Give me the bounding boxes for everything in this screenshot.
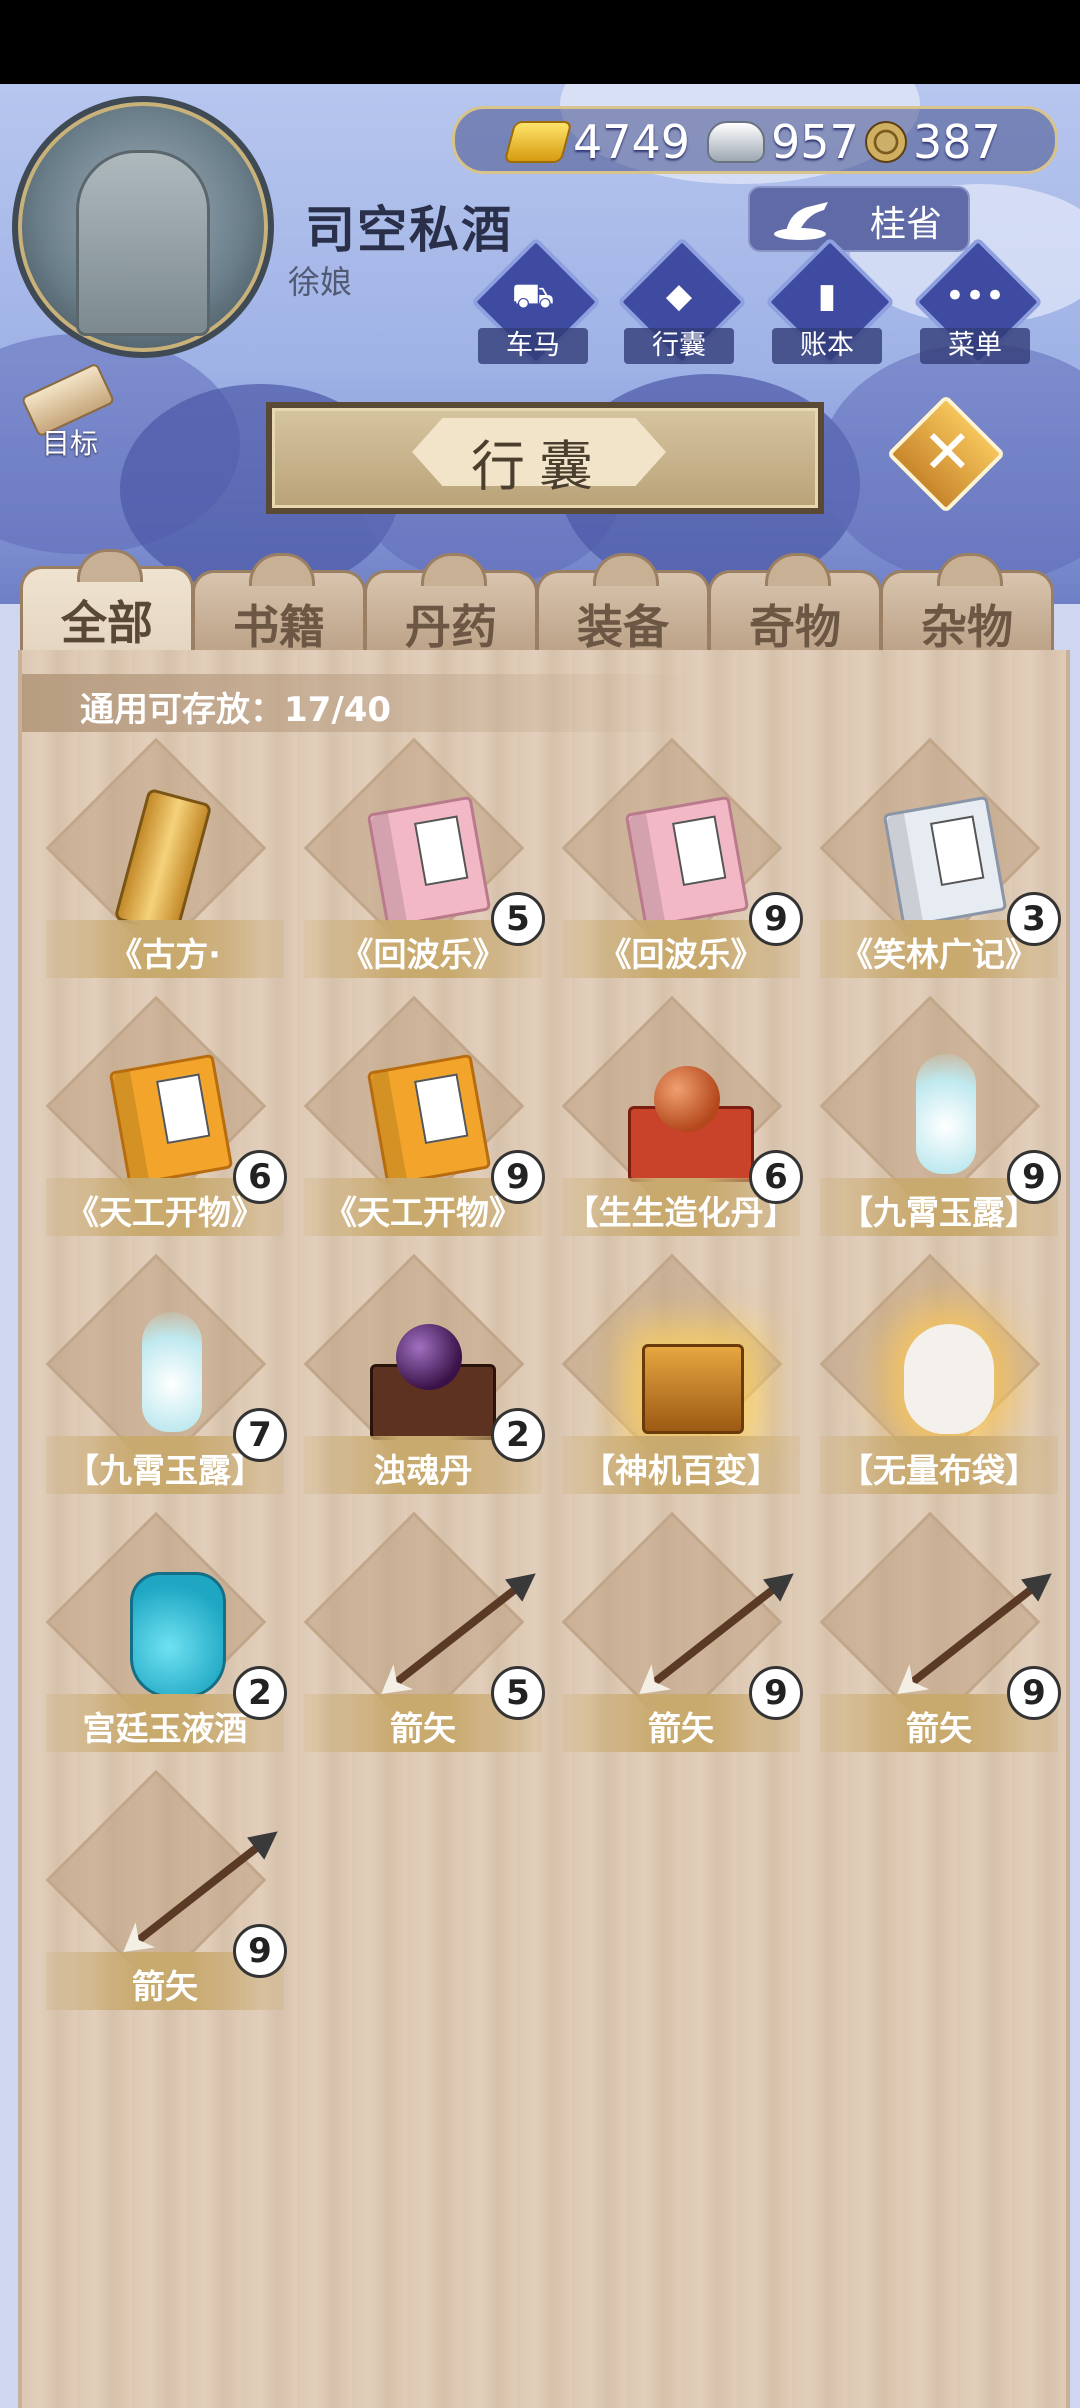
inventory-item[interactable]: 宫廷玉液酒 2 (40, 1511, 287, 1764)
inventory-item[interactable]: 《天工开物》 9 (298, 995, 545, 1248)
capacity-text: 通用可存放：17/40 (80, 690, 392, 730)
player-title: 徐娘 (288, 263, 353, 301)
menu-bundle-button[interactable]: ◆ 行囊 (614, 236, 748, 370)
inventory-item[interactable]: 《笑林广记》 3 (814, 737, 1061, 990)
jade-vase-icon (916, 1054, 976, 1174)
goal-label: 目标 (42, 427, 99, 460)
inventory-item[interactable]: 【生生造化丹】 6 (556, 995, 803, 1248)
item-count-badge: 9 (749, 892, 803, 946)
inventory-item[interactable]: 【无量布袋】 (814, 1253, 1058, 1506)
menu-ledger-label: 账本 (772, 328, 882, 364)
cloth-bag-icon (904, 1324, 994, 1434)
item-count-badge: 9 (749, 1666, 803, 1720)
item-name: 《古方· (109, 935, 221, 974)
inventory-item[interactable]: 【九霄玉露】 9 (814, 995, 1061, 1248)
inventory-item[interactable]: 【神机百变】 (556, 1253, 800, 1506)
item-count-badge: 9 (233, 1924, 287, 1978)
gold-ingot-icon (503, 121, 573, 163)
item-count-badge: 6 (233, 1150, 287, 1204)
menu-more-label: 菜单 (920, 328, 1030, 364)
teapot-icon (130, 1572, 226, 1698)
item-count-badge: 2 (233, 1666, 287, 1720)
pink-book-icon (366, 795, 492, 929)
inventory-panel: 通用可存放：17/40 《古方· 《回波乐》 5 《回波乐》 9 《笑林广记》 … (18, 650, 1070, 2408)
item-count-badge: 7 (233, 1408, 287, 1462)
item-count-badge: 9 (1007, 1666, 1061, 1720)
inventory-item[interactable]: 箭矢 5 (298, 1511, 545, 1764)
status-bar (0, 0, 1080, 84)
copper-coin-icon (865, 121, 907, 163)
silver-ingot-icon (707, 121, 765, 163)
item-count-badge: 5 (491, 1666, 545, 1720)
player-avatar[interactable] (12, 96, 274, 358)
jade-vase-icon (142, 1312, 202, 1432)
gold-currency: 4749 (503, 115, 691, 169)
tombstone-portrait-icon (76, 150, 210, 336)
inventory-item[interactable]: 《回波乐》 5 (298, 737, 545, 990)
copper-currency: 387 (865, 115, 1001, 169)
inventory-item[interactable]: 《古方· (40, 737, 284, 990)
inventory-item[interactable]: 箭矢 9 (556, 1511, 803, 1764)
orange-book-icon (366, 1053, 492, 1187)
menu-ledger-button[interactable]: ▮ 账本 (762, 236, 896, 370)
window-title: 行囊 (471, 435, 607, 498)
copper-amount: 387 (913, 115, 1001, 169)
silver-amount: 957 (771, 115, 859, 169)
inventory-item[interactable]: 箭矢 9 (40, 1769, 287, 2022)
inventory-item[interactable]: 浊魂丹 2 (298, 1253, 545, 1506)
item-count-badge: 6 (749, 1150, 803, 1204)
item-name: 【无量布袋】 (840, 1451, 1038, 1490)
map-pin-icon (774, 202, 828, 240)
inventory-item[interactable]: 《天工开物》 6 (40, 995, 287, 1248)
item-count-badge: 2 (491, 1408, 545, 1462)
inventory-item[interactable]: 【九霄玉露】 7 (40, 1253, 287, 1506)
item-name: 【神机百变】 (582, 1451, 780, 1490)
goal-button[interactable]: 目标 (16, 362, 116, 462)
golden-scroll-icon (113, 787, 213, 937)
window-title-plaque: 行囊 (266, 402, 824, 514)
pink-book-icon (624, 795, 750, 929)
item-count-badge: 9 (491, 1150, 545, 1204)
white-book-icon (882, 795, 1008, 929)
item-count-badge: 3 (1007, 892, 1061, 946)
golden-chest-icon (642, 1344, 744, 1434)
item-count-badge: 9 (1007, 1150, 1061, 1204)
inventory-item[interactable]: 《回波乐》 9 (556, 737, 803, 990)
location-button[interactable]: 桂省 (748, 186, 970, 252)
close-icon: ✕ (922, 417, 973, 488)
currency-bar: 4749 957 387 (452, 106, 1058, 174)
capacity-bar: 通用可存放：17/40 (22, 674, 702, 732)
orange-book-icon (108, 1053, 234, 1187)
menu-more-button[interactable]: ••• 菜单 (910, 236, 1044, 370)
item-count-badge: 5 (491, 892, 545, 946)
menu-carriage-label: 车马 (478, 328, 588, 364)
silver-currency: 957 (707, 115, 859, 169)
location-label: 桂省 (870, 204, 943, 245)
category-tabs: 书籍 丹药 装备 奇物 杂物 全部 (18, 540, 1062, 667)
menu-carriage-button[interactable]: ⛟ 车马 (468, 236, 602, 370)
menu-bundle-label: 行囊 (624, 328, 734, 364)
inventory-item[interactable]: 箭矢 9 (814, 1511, 1061, 1764)
gold-amount: 4749 (573, 115, 691, 169)
